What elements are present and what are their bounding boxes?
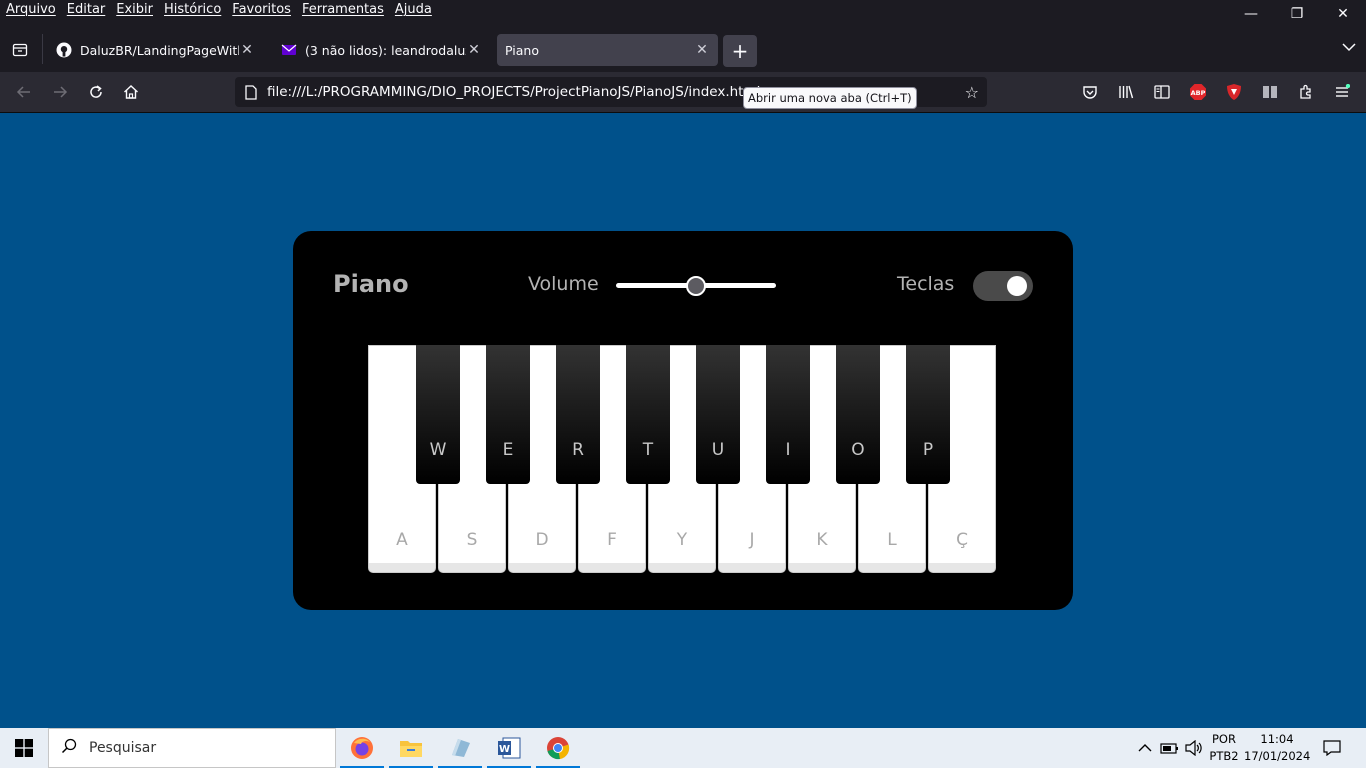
- black-key[interactable]: U: [696, 345, 740, 484]
- word-taskbar-icon[interactable]: W: [485, 728, 533, 768]
- tab-list-icon[interactable]: [6, 36, 34, 64]
- menu-historico[interactable]: Histórico: [164, 2, 221, 17]
- menu-ajuda[interactable]: Ajuda: [395, 2, 432, 17]
- battery-icon[interactable]: [1160, 728, 1180, 768]
- menu-bar: Arquivo Editar Exibir Histórico Favorito…: [0, 0, 1366, 32]
- tab-title: DaluzBR/LandingPageWithHtm: [80, 42, 239, 58]
- close-tab-icon[interactable]: ✕: [694, 42, 710, 58]
- window-controls: — ❐ ✕: [1228, 0, 1366, 28]
- search-icon: [49, 738, 89, 758]
- yahoo-mail-icon: [281, 42, 297, 58]
- keyboard-layout: PTB2: [1209, 749, 1239, 763]
- volume-speaker-icon[interactable]: [1185, 728, 1203, 768]
- tab-github[interactable]: DaluzBR/LandingPageWithHtm ✕: [48, 34, 263, 66]
- black-key[interactable]: O: [836, 345, 880, 484]
- menu-items: Arquivo Editar Exibir Histórico Favorito…: [6, 2, 432, 17]
- notifications-icon[interactable]: [1323, 728, 1341, 768]
- adblock-plus-icon[interactable]: ABP: [1184, 78, 1212, 106]
- piano-keys: A S D F Y J K L Ç W E R T U I O P: [368, 345, 998, 575]
- menu-exibir[interactable]: Exibir: [116, 2, 153, 17]
- tab-bar: DaluzBR/LandingPageWithHtm ✕ (3 não lido…: [0, 32, 1366, 72]
- tab-separator: [42, 34, 43, 64]
- tab-title: Piano: [505, 42, 539, 58]
- close-icon[interactable]: ✕: [1320, 0, 1366, 28]
- volume-slider-thumb[interactable]: [686, 276, 706, 296]
- back-icon[interactable]: [10, 78, 38, 106]
- input-language[interactable]: POR PTB2: [1206, 731, 1242, 765]
- taskbar-search-box[interactable]: Pesquisar: [48, 728, 336, 768]
- eraser-app-taskbar-icon[interactable]: [436, 728, 484, 768]
- library-icon[interactable]: [1112, 78, 1140, 106]
- menu-editar[interactable]: Editar: [67, 2, 106, 17]
- extensions-icon[interactable]: [1292, 78, 1320, 106]
- reload-icon[interactable]: [82, 78, 110, 106]
- new-tab-button[interactable]: +: [723, 35, 757, 67]
- forward-icon[interactable]: [46, 78, 74, 106]
- piano-title: Piano: [333, 270, 409, 298]
- navigation-bar: file:///L:/PROGRAMMING/DIO_PROJECTS/Proj…: [0, 72, 1366, 113]
- bookmark-star-icon[interactable]: ☆: [965, 83, 979, 102]
- black-key[interactable]: R: [556, 345, 600, 484]
- tab-yahoo-mail[interactable]: (3 não lidos): leandrodaluzsilva ✕: [273, 34, 490, 66]
- svg-text:W: W: [499, 744, 510, 755]
- windows-start-icon[interactable]: [0, 728, 48, 768]
- new-tab-tooltip: Abrir uma nova aba (Ctrl+T): [743, 87, 917, 109]
- black-key[interactable]: I: [766, 345, 810, 484]
- black-key[interactable]: W: [416, 345, 460, 484]
- restore-icon[interactable]: ❐: [1274, 0, 1320, 28]
- windows-taskbar: Pesquisar W POR PTB2 11:04 17/01/2024: [0, 728, 1366, 768]
- menu-ferramentas[interactable]: Ferramentas: [302, 2, 384, 17]
- toggle-knob: [1007, 276, 1027, 296]
- url-text: file:///L:/PROGRAMMING/DIO_PROJECTS/Proj…: [267, 84, 761, 100]
- black-key[interactable]: P: [906, 345, 950, 484]
- menu-arquivo[interactable]: Arquivo: [6, 2, 56, 17]
- page-content: Piano Volume Teclas A S D F Y J K L Ç W …: [0, 113, 1366, 728]
- firefox-taskbar-icon[interactable]: [338, 728, 386, 768]
- keys-toggle[interactable]: [973, 271, 1033, 301]
- home-icon[interactable]: [117, 78, 145, 106]
- search-placeholder: Pesquisar: [89, 740, 157, 756]
- pocket-icon[interactable]: [1076, 78, 1104, 106]
- close-tab-icon[interactable]: ✕: [466, 42, 482, 58]
- system-clock[interactable]: 11:04 17/01/2024: [1244, 731, 1310, 765]
- clock-date: 17/01/2024: [1244, 749, 1311, 763]
- show-hidden-icons[interactable]: [1138, 728, 1152, 768]
- reader-extension-icon[interactable]: [1256, 78, 1284, 106]
- tab-piano[interactable]: Piano ✕: [497, 34, 718, 66]
- minimize-icon[interactable]: —: [1228, 0, 1274, 28]
- plus-icon: +: [731, 39, 749, 63]
- svg-text:ABP: ABP: [1191, 89, 1206, 97]
- github-icon: [56, 42, 72, 58]
- chrome-taskbar-icon[interactable]: [534, 728, 582, 768]
- list-all-tabs-icon[interactable]: [1342, 40, 1356, 56]
- menu-favoritos[interactable]: Favoritos: [232, 2, 291, 17]
- black-key[interactable]: E: [486, 345, 530, 484]
- hamburger-menu-icon[interactable]: [1328, 78, 1356, 106]
- file-explorer-taskbar-icon[interactable]: [387, 728, 435, 768]
- volume-slider[interactable]: [616, 276, 776, 296]
- language-code: POR: [1212, 732, 1236, 746]
- black-key[interactable]: T: [626, 345, 670, 484]
- tab-title: (3 não lidos): leandrodaluzsilva: [305, 42, 466, 58]
- sidebar-icon[interactable]: [1148, 78, 1176, 106]
- clock-time: 11:04: [1260, 732, 1294, 746]
- close-tab-icon[interactable]: ✕: [239, 42, 255, 58]
- piano-container: Piano Volume Teclas A S D F Y J K L Ç W …: [293, 231, 1073, 610]
- page-icon: [235, 84, 267, 100]
- volume-label: Volume: [528, 273, 599, 295]
- keys-toggle-label: Teclas: [897, 273, 955, 295]
- ublock-shield-icon[interactable]: [1220, 78, 1248, 106]
